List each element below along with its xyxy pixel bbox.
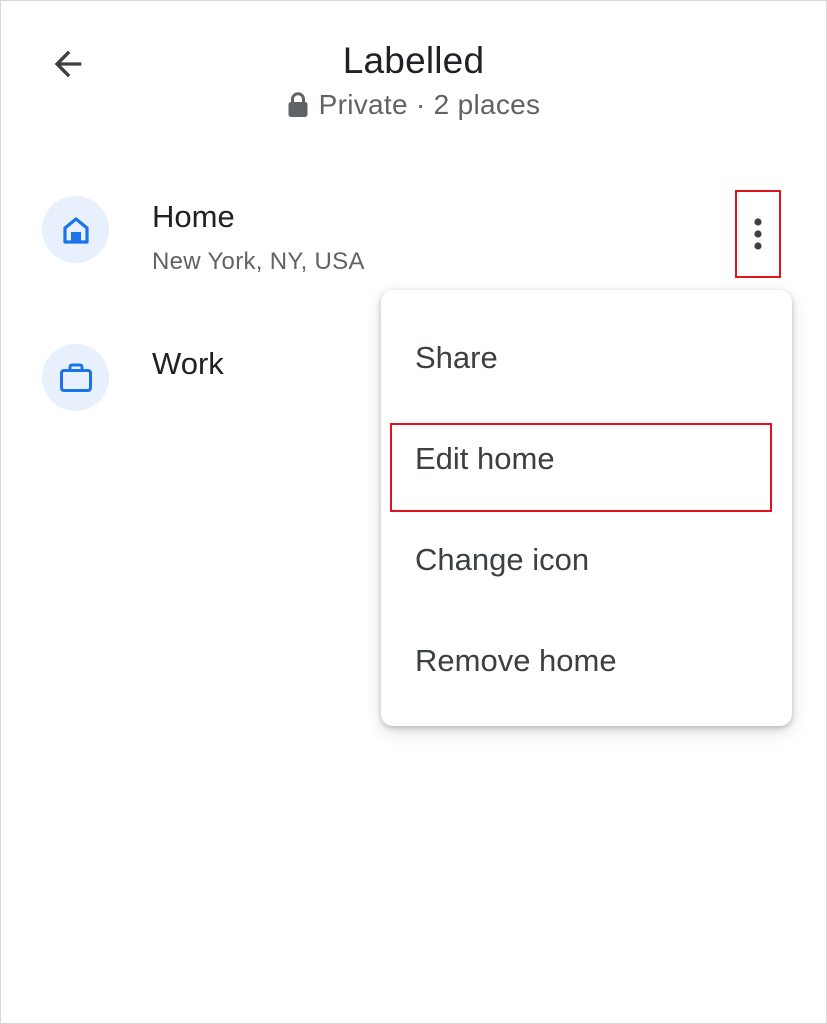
- place-address: New York, NY, USA: [152, 248, 365, 275]
- menu-item-share[interactable]: Share: [381, 308, 792, 408]
- place-icon-work: [42, 344, 109, 411]
- more-options-button[interactable]: [735, 190, 781, 278]
- place-name: Home: [152, 199, 235, 234]
- subtitle-text: Private · 2 places: [318, 89, 541, 120]
- place-name: Work: [152, 346, 224, 381]
- place-icon-home: [42, 196, 109, 263]
- home-icon: [62, 216, 89, 244]
- list-item-home[interactable]: Home New York, NY, USA: [0, 180, 827, 290]
- context-menu: Share Edit home Change icon Remove home: [381, 290, 792, 726]
- menu-item-remove-home[interactable]: Remove home: [381, 611, 792, 711]
- more-vertical-icon: [754, 218, 762, 250]
- lock-icon: [288, 92, 308, 117]
- briefcase-icon: [59, 363, 92, 392]
- menu-item-change-icon[interactable]: Change icon: [381, 510, 792, 610]
- menu-item-edit-home[interactable]: Edit home: [381, 409, 792, 509]
- page-title: Labelled: [342, 40, 485, 81]
- page-subtitle: Private · 2 places: [0, 89, 827, 121]
